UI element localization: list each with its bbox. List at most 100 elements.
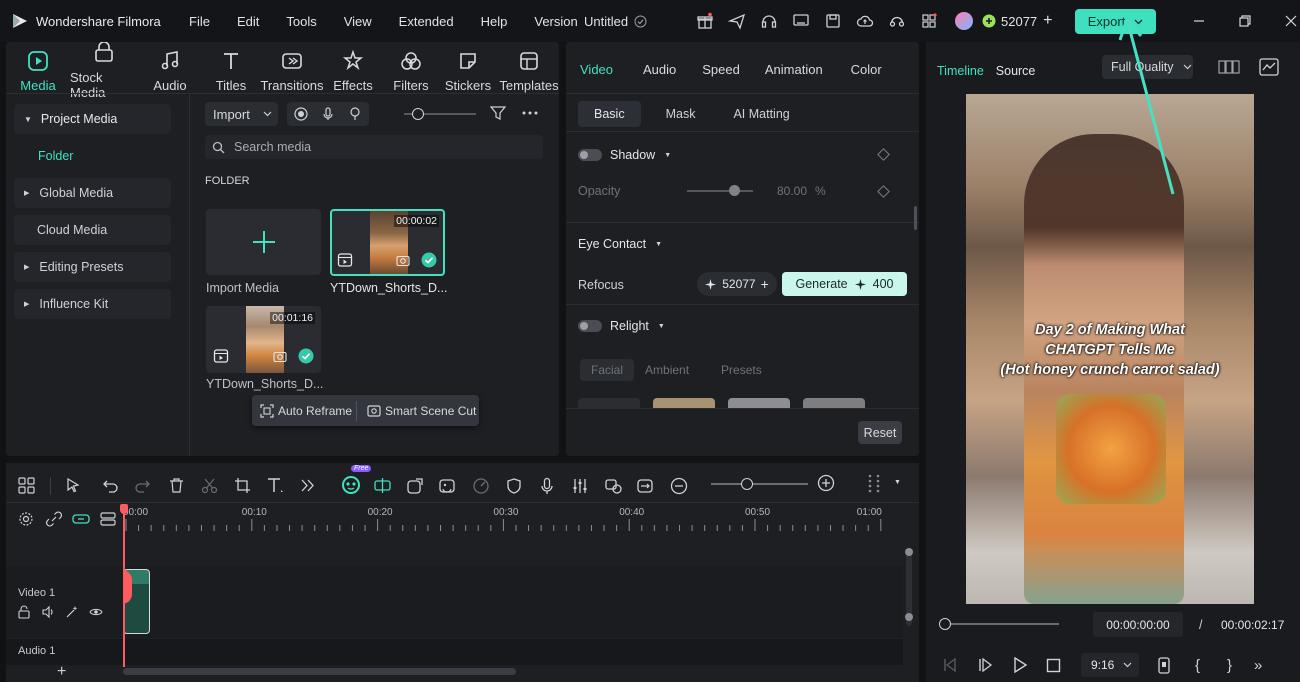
eye-icon[interactable] (89, 605, 103, 619)
menu-edit[interactable]: Edit (237, 14, 259, 29)
playhead-line[interactable] (123, 507, 125, 667)
tab-speed[interactable]: Speed (702, 62, 740, 77)
speed-ramp-icon[interactable] (472, 477, 490, 495)
scene-detect-icon[interactable] (604, 477, 622, 495)
headset-icon[interactable] (888, 12, 906, 30)
grid-view-icon[interactable] (1218, 58, 1240, 76)
opacity-slider[interactable] (687, 190, 753, 192)
tab-animation[interactable]: Animation (765, 62, 823, 77)
slider-handle[interactable] (412, 108, 424, 120)
menu-extended[interactable]: Extended (399, 14, 454, 29)
cloud-upload-icon[interactable] (856, 12, 874, 30)
step-forward-icon[interactable] (977, 657, 993, 673)
timeline-horizontal-scrollbar[interactable] (123, 668, 516, 675)
sidebar-item-cloud-media[interactable]: Cloud Media (14, 215, 171, 245)
media-clip-1[interactable]: 00:00:02 (330, 209, 445, 276)
keyframe-diamond-icon[interactable] (877, 148, 890, 161)
relight-preset-thumb[interactable] (578, 398, 640, 408)
properties-scrollbar[interactable] (914, 206, 917, 230)
caret-down-icon[interactable]: ▼ (658, 323, 665, 330)
tab-color[interactable]: Color (851, 62, 882, 77)
relight-toggle[interactable] (578, 320, 602, 332)
magic-wand-icon[interactable] (65, 605, 79, 619)
playback-progress-track[interactable] (945, 623, 1059, 625)
link-toggle-icon[interactable] (72, 511, 90, 527)
sidebar-item-influence-kit[interactable]: ▶ Influence Kit (14, 289, 171, 319)
menu-version[interactable]: Version (534, 14, 577, 29)
toolbar-effects[interactable]: Effects (324, 49, 382, 93)
toolbar-templates[interactable]: Templates (496, 50, 562, 93)
smart-scene-cut-button[interactable]: Smart Scene Cut (357, 404, 476, 418)
toolbar-filters[interactable]: Filters (382, 50, 440, 93)
headphone-support-icon[interactable] (760, 12, 778, 30)
subtab-ai-matting[interactable]: AI Matting (717, 101, 805, 127)
audio-mixer-icon[interactable] (571, 477, 589, 495)
close-icon[interactable] (1283, 13, 1299, 29)
monitor-icon[interactable] (792, 12, 810, 30)
video-clip-block[interactable] (123, 569, 150, 634)
track-layout-icon[interactable] (100, 511, 116, 527)
sidebar-item-folder[interactable]: Folder (14, 141, 171, 171)
play-icon[interactable] (1012, 657, 1028, 673)
toolbar-audio[interactable]: Audio (138, 50, 202, 93)
more-options-icon[interactable] (521, 105, 539, 121)
mark-in-icon[interactable]: { (1195, 657, 1200, 674)
stop-icon[interactable] (1046, 658, 1061, 673)
relight-preset-thumb[interactable] (728, 398, 790, 408)
prev-frame-icon[interactable] (942, 657, 958, 673)
split-screen-icon[interactable] (636, 477, 654, 495)
ai-voice-icon[interactable] (348, 107, 362, 121)
relight-tab-presets[interactable]: Presets (714, 359, 769, 381)
toolbar-stickers[interactable]: Stickers (440, 50, 496, 93)
tab-video[interactable]: Video (580, 62, 613, 77)
crop-icon[interactable] (234, 477, 251, 494)
timeline-ruler[interactable]: 00:00 00:10 00:20 00:30 00:40 00:50 01:00 (123, 503, 909, 533)
snapshot-icon[interactable] (1157, 656, 1171, 674)
timeline-zoom-slider[interactable] (711, 483, 808, 485)
toolbar-media[interactable]: Media (6, 50, 70, 93)
ai-cut-icon[interactable] (373, 476, 392, 495)
mask-shield-icon[interactable] (505, 477, 523, 495)
send-icon[interactable] (728, 12, 746, 30)
tab-audio[interactable]: Audio (643, 62, 676, 77)
voiceover-mic-icon[interactable] (538, 477, 556, 495)
timeline-zoom-handle[interactable] (741, 478, 753, 490)
aspect-ratio-dropdown[interactable]: 9:16 (1081, 653, 1139, 677)
import-media-tile[interactable] (206, 209, 321, 275)
filter-icon[interactable] (490, 105, 506, 121)
shadow-toggle[interactable] (578, 149, 602, 161)
caret-down-icon[interactable]: ▼ (894, 479, 901, 486)
text-tool-icon[interactable] (266, 477, 285, 494)
video-preview[interactable]: Day 2 of Making What CHATGPT Tells Me (H… (966, 94, 1254, 604)
sticker-edit-icon[interactable] (438, 477, 456, 495)
restore-icon[interactable] (1237, 13, 1253, 29)
media-clip-2[interactable]: 00:01:16 (206, 306, 321, 373)
relight-preset-thumb[interactable] (803, 398, 865, 408)
record-icon[interactable] (294, 107, 308, 121)
menu-view[interactable]: View (344, 14, 372, 29)
caret-down-icon[interactable]: ▼ (664, 152, 671, 159)
layout-icon[interactable] (18, 477, 35, 494)
sidebar-item-global-media[interactable]: ▶ Global Media (14, 178, 171, 208)
apps-grid-icon[interactable] (920, 12, 938, 30)
track-settings-icon[interactable] (18, 511, 34, 527)
sidebar-item-editing-presets[interactable]: ▶ Editing Presets (14, 252, 171, 282)
menu-file[interactable]: File (189, 14, 210, 29)
generate-button[interactable]: Generate 400 (782, 272, 907, 296)
current-time-box[interactable]: 00:00:00:00 (1093, 612, 1183, 637)
zoom-out-icon[interactable] (670, 477, 688, 495)
playhead-handle[interactable] (120, 504, 128, 514)
import-dropdown[interactable]: Import (205, 102, 278, 126)
speaker-icon[interactable] (41, 605, 55, 619)
microphone-icon[interactable] (321, 107, 335, 121)
tab-source[interactable]: Source (996, 64, 1036, 78)
replace-icon[interactable] (406, 477, 424, 495)
lock-icon[interactable] (17, 605, 31, 619)
menu-help[interactable]: Help (481, 14, 508, 29)
delete-icon[interactable] (168, 477, 185, 494)
toolbar-titles[interactable]: Titles (202, 50, 260, 93)
unlink-icon[interactable] (46, 511, 62, 527)
more-tools-icon[interactable] (299, 477, 316, 494)
timeline-settings-icon[interactable] (866, 472, 882, 494)
toolbar-transitions[interactable]: Transitions (260, 50, 324, 93)
